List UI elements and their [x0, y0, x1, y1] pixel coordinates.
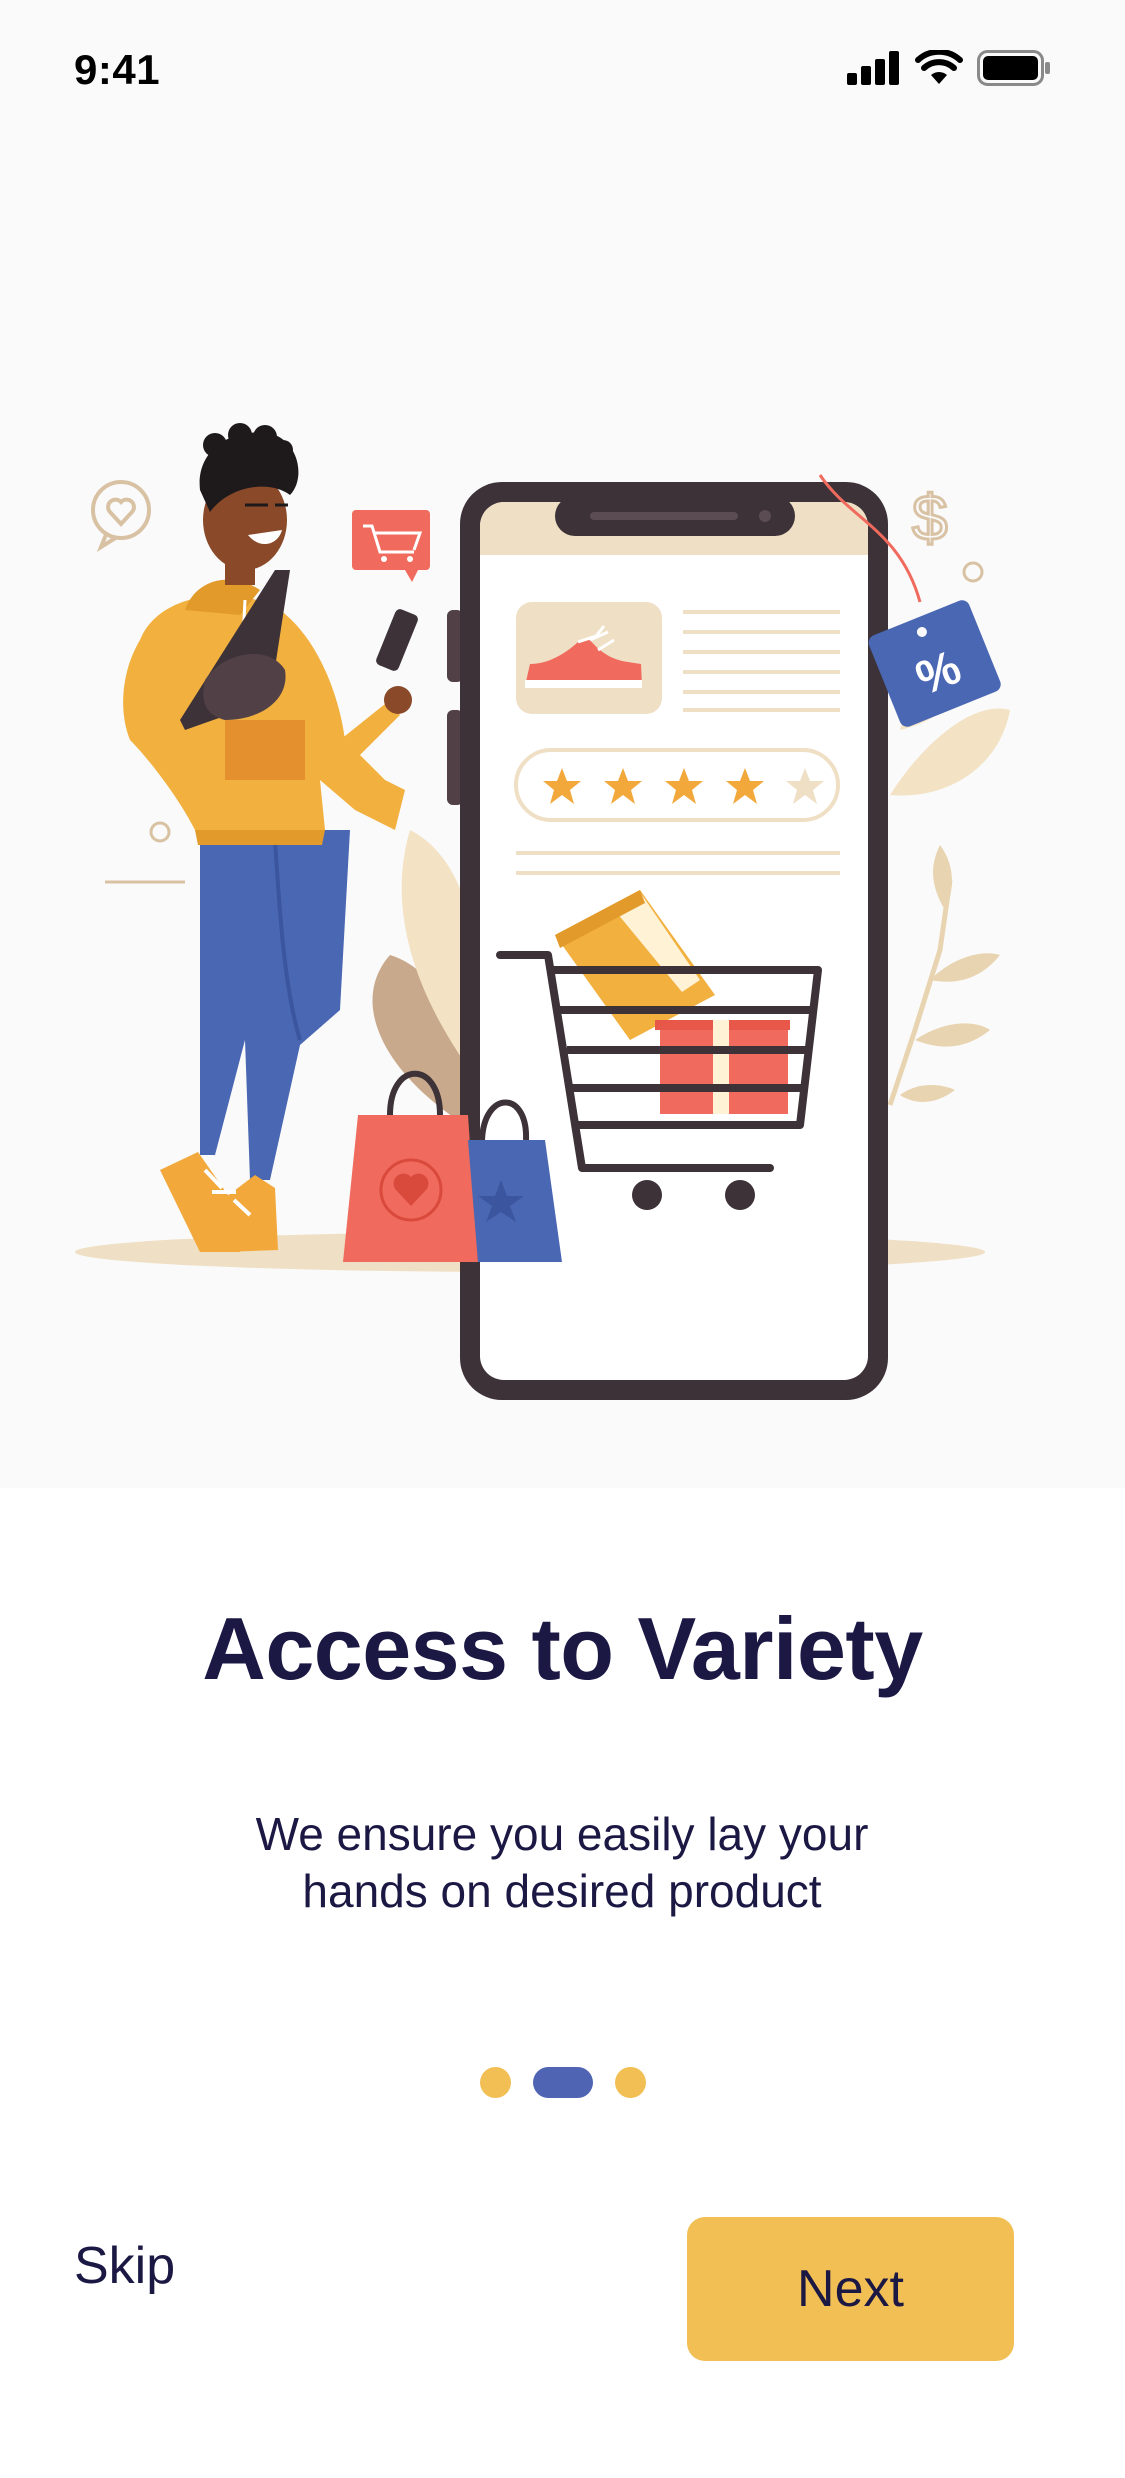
page-dot[interactable] — [614, 2066, 646, 2098]
onboarding-title: Access to Variety — [202, 1599, 923, 1698]
hero-illustration: $ % — [0, 140, 1125, 1488]
page-dot-active[interactable] — [532, 2066, 593, 2098]
decor-circle — [149, 821, 171, 843]
cart-speech-bubble — [352, 510, 430, 582]
heart-bubble-icon — [91, 480, 151, 552]
subtitle-line: hands on desired product — [302, 1865, 822, 1917]
battery-icon — [977, 50, 1050, 86]
status-time: 9:41 — [74, 46, 161, 93]
onboarding-subtitle: We ensure you easily lay your hands on d… — [212, 1806, 912, 1920]
wifi-icon — [915, 50, 963, 84]
page-dot[interactable] — [479, 2066, 511, 2098]
skip-button[interactable]: Skip — [74, 2236, 175, 2296]
dollar-icon: $ — [912, 482, 948, 554]
status-icons — [847, 50, 1051, 86]
phone-mockup — [447, 482, 888, 1400]
next-button[interactable]: Next — [687, 2217, 1014, 2361]
page-indicator — [0, 2066, 1125, 2098]
subtitle-line: We ensure you easily lay your — [255, 1808, 869, 1860]
decor-circle — [962, 561, 984, 583]
signal-icon — [847, 51, 899, 85]
status-bar: 9:41 — [0, 0, 1125, 140]
